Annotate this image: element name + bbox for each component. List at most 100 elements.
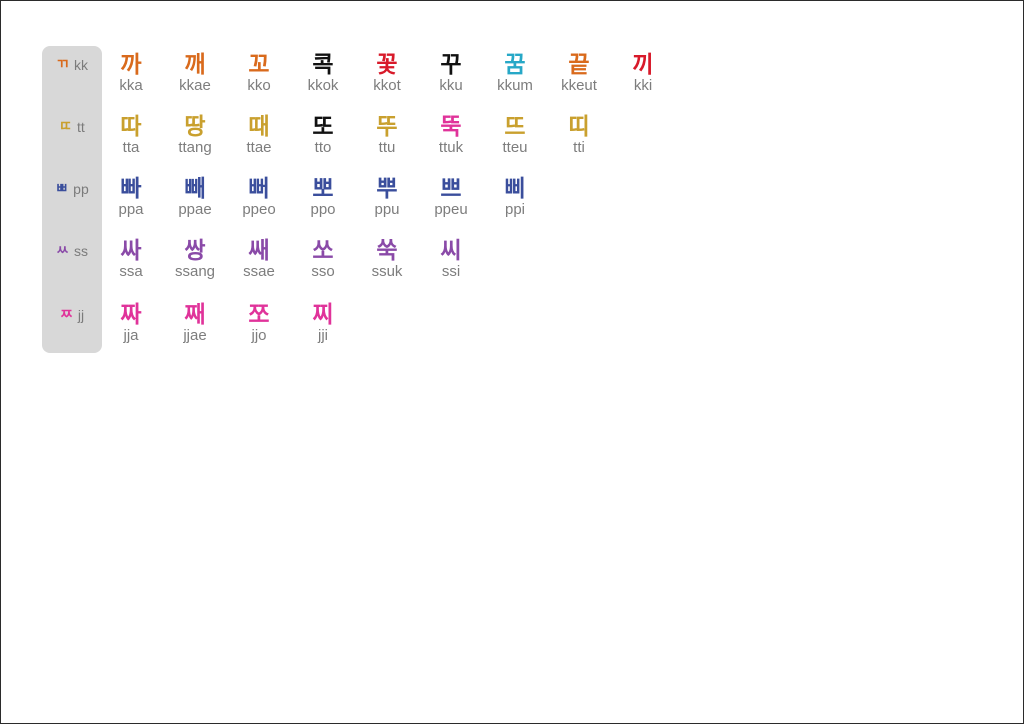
- syllable-romanization: ppu: [374, 201, 400, 218]
- syllable-card: 뚝 ttuk: [419, 114, 483, 164]
- syllable-romanization: kkot: [373, 77, 401, 94]
- hangul-syllable: 뜨: [504, 114, 526, 140]
- consonant-romanization: ss: [73, 243, 88, 259]
- syllable-card: 쑥 ssuk: [355, 238, 419, 288]
- syllable-romanization: tteu: [502, 139, 528, 156]
- syllable-romanization: ppi: [504, 201, 526, 218]
- syllable-card: 꾸 kku: [419, 52, 483, 102]
- syllable-romanization: ppeo: [242, 201, 276, 218]
- hangul-syllable: 씨: [440, 238, 462, 264]
- hangul-syllable: 싸: [120, 238, 142, 264]
- syllable-romanization: jji: [318, 327, 328, 344]
- hangul-syllable: 깨: [184, 52, 206, 78]
- syllable-card: 또 tto: [291, 114, 355, 164]
- syllable-romanization: jja: [123, 327, 139, 344]
- syllable-romanization: ppae: [178, 201, 212, 218]
- syllable-card: 뜨 tteu: [483, 114, 547, 164]
- syllable-romanization: kka: [119, 77, 143, 94]
- consonant-jamo: ㅆ: [56, 243, 69, 259]
- syllable-card: 빠 ppa: [99, 176, 163, 226]
- syllable-romanization: ssae: [243, 263, 275, 280]
- syllable-card: 뚜 ttu: [355, 114, 419, 164]
- hangul-syllable: 꼬: [248, 52, 270, 78]
- hangul-syllable: 짜: [120, 302, 142, 328]
- hangul-syllable: 뚜: [376, 114, 398, 140]
- hangul-syllable: 끼: [632, 52, 654, 78]
- consonant-jamo: ㄸ: [59, 119, 73, 135]
- syllable-card: 짜 jja: [99, 302, 163, 352]
- consonant-romanization: kk: [73, 57, 88, 73]
- syllable-card: 까 kka: [99, 52, 163, 102]
- consonant-label-jj: ㅉ jj: [42, 303, 102, 327]
- hangul-syllable: 끝: [568, 52, 590, 78]
- hangul-syllable: 쏘: [312, 238, 334, 264]
- hangul-syllable: 뿌: [376, 176, 398, 202]
- consonant-jamo: ㄲ: [56, 57, 69, 73]
- hangul-syllable: 땅: [184, 114, 206, 140]
- hangul-syllable: 뚝: [440, 114, 462, 140]
- syllable-card: 삐 ppi: [483, 176, 547, 226]
- syllable-romanization: ttu: [378, 139, 396, 156]
- syllable-romanization: jjo: [251, 327, 267, 344]
- hangul-syllable: 꾸: [440, 52, 462, 78]
- syllable-romanization: ssa: [119, 263, 143, 280]
- consonant-romanization: tt: [77, 119, 85, 135]
- syllable-romanization: kkae: [179, 77, 211, 94]
- syllable-card: 꿈 kkum: [483, 52, 547, 102]
- syllable-romanization: ssuk: [371, 263, 403, 280]
- syllable-card: 끼 kki: [611, 52, 675, 102]
- hangul-syllable: 콕: [312, 52, 334, 78]
- syllable-romanization: sso: [311, 263, 335, 280]
- syllable-card: 쌔 ssae: [227, 238, 291, 288]
- syllable-romanization: tta: [122, 139, 140, 156]
- hangul-syllable: 까: [120, 52, 142, 78]
- syllable-card: 콕 kkok: [291, 52, 355, 102]
- hangul-syllable: 찌: [312, 302, 334, 328]
- syllable-card: 따 tta: [99, 114, 163, 164]
- hangul-syllable: 쌍: [184, 238, 206, 264]
- hangul-syllable: 띠: [568, 114, 590, 140]
- consonant-label-kk: ㄲ kk: [42, 53, 102, 77]
- syllable-romanization: ppo: [310, 201, 336, 218]
- syllable-romanization: kko: [247, 77, 271, 94]
- syllable-romanization: ssi: [441, 263, 461, 280]
- syllable-romanization: ttang: [178, 139, 212, 156]
- syllable-romanization: kku: [439, 77, 463, 94]
- consonant-label-tt: ㄸ tt: [42, 115, 102, 139]
- syllable-card: 때 ttae: [227, 114, 291, 164]
- hangul-syllable: 쪼: [248, 302, 270, 328]
- syllable-card: 쏘 sso: [291, 238, 355, 288]
- syllable-card: 깨 kkae: [163, 52, 227, 102]
- syllable-romanization: jjae: [183, 327, 207, 344]
- syllable-card: 싸 ssa: [99, 238, 163, 288]
- syllable-romanization: ttuk: [438, 139, 464, 156]
- consonant-romanization: pp: [73, 181, 89, 197]
- hangul-syllable: 삐: [504, 176, 526, 202]
- hangul-syllable: 뽀: [312, 176, 334, 202]
- consonant-label-ss: ㅆ ss: [42, 239, 102, 263]
- syllable-card: 끝 kkeut: [547, 52, 611, 102]
- syllable-card: 땅 ttang: [163, 114, 227, 164]
- syllable-card: 뿌 ppu: [355, 176, 419, 226]
- consonant-jamo: ㅃ: [55, 181, 69, 197]
- consonant-jamo: ㅉ: [59, 307, 73, 323]
- hangul-syllable: 빠: [120, 176, 142, 202]
- syllable-card: 째 jjae: [163, 302, 227, 352]
- chart-frame: [0, 0, 1024, 724]
- syllable-romanization: tto: [314, 139, 332, 156]
- consonant-romanization: jj: [77, 307, 85, 323]
- hangul-syllable: 쁘: [440, 176, 462, 202]
- syllable-card: 씨 ssi: [419, 238, 483, 288]
- syllable-romanization: ppa: [118, 201, 144, 218]
- hangul-syllable: 또: [312, 114, 334, 140]
- syllable-card: 띠 tti: [547, 114, 611, 164]
- syllable-card: 뽀 ppo: [291, 176, 355, 226]
- syllable-romanization: kkeut: [561, 77, 597, 94]
- syllable-card: 쪼 jjo: [227, 302, 291, 352]
- hangul-syllable: 빼: [184, 176, 206, 202]
- hangul-syllable: 째: [184, 302, 206, 328]
- syllable-romanization: ppeu: [434, 201, 468, 218]
- syllable-card: 쌍 ssang: [163, 238, 227, 288]
- hangul-syllable: 뻐: [248, 176, 270, 202]
- hangul-syllable: 꿈: [504, 52, 526, 78]
